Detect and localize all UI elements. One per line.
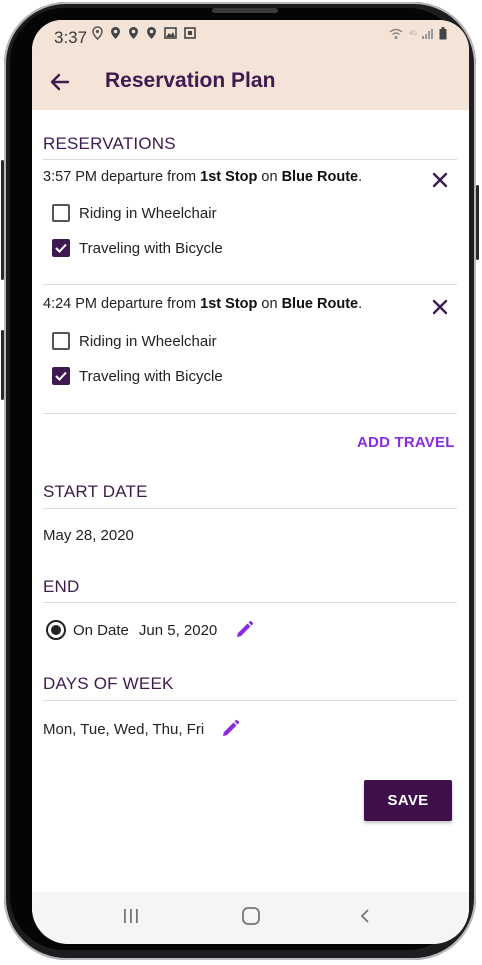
divider <box>43 413 457 414</box>
bicycle-checkbox[interactable]: Traveling with Bicycle <box>52 239 223 257</box>
battery-icon <box>439 27 447 40</box>
days-of-week-value: Mon, Tue, Wed, Thu, Fri <box>43 720 205 738</box>
power-button <box>476 185 479 260</box>
bicycle-checkbox[interactable]: Traveling with Bicycle <box>52 367 223 385</box>
recent-apps-button[interactable] <box>122 906 140 931</box>
reservation-summary: 4:24 PM departure from 1st Stop on Blue … <box>43 296 363 312</box>
wheelchair-checkbox[interactable]: Riding in Wheelchair <box>52 204 217 222</box>
radio-button-selected[interactable] <box>46 620 66 640</box>
wifi-calling-icon <box>389 28 403 39</box>
back-nav-button[interactable] <box>358 906 372 931</box>
system-status-icons: 4G <box>389 27 447 40</box>
pencil-icon <box>237 620 254 637</box>
checkmark-icon <box>55 371 67 381</box>
add-travel-button[interactable]: ADD TRAVEL <box>357 434 455 451</box>
notification-icons <box>92 26 196 40</box>
reservations-section-title: RESERVATIONS <box>43 134 176 153</box>
location-pin-icon <box>129 27 138 39</box>
wheelchair-checkbox[interactable]: Riding in Wheelchair <box>52 332 217 350</box>
android-nav-bar <box>32 892 469 944</box>
close-icon <box>432 299 448 315</box>
days-of-week-row: Mon, Tue, Wed, Thu, Fri <box>43 719 240 739</box>
stop-name: 1st Stop <box>200 169 258 185</box>
checkbox-unchecked[interactable] <box>52 332 70 350</box>
edit-end-date-button[interactable] <box>234 620 254 640</box>
home-icon <box>242 907 260 925</box>
back-chevron-icon <box>360 909 369 923</box>
start-date-value[interactable]: May 28, 2020 <box>43 527 134 544</box>
edit-days-button[interactable] <box>220 719 240 739</box>
location-pin-icon <box>147 27 156 39</box>
checkbox-checked[interactable] <box>52 239 70 257</box>
home-button[interactable] <box>240 906 262 931</box>
days-of-week-section-title: DAYS OF WEEK <box>43 674 174 693</box>
status-time: 3:37 <box>54 28 88 47</box>
close-icon <box>432 172 448 188</box>
divider <box>43 159 457 160</box>
checkmark-icon <box>55 243 67 253</box>
end-date-value: Jun 5, 2020 <box>138 621 218 639</box>
side-button <box>1 330 4 400</box>
lte-signal-icon: 4G <box>409 28 433 39</box>
stop-name: 1st Stop <box>200 296 258 312</box>
radio-label: On Date <box>73 621 129 639</box>
page-title: Reservation Plan <box>105 69 276 92</box>
recent-apps-icon <box>124 909 138 923</box>
divider <box>43 508 457 509</box>
app-header: 3:37 4G Reservation Plan <box>32 20 469 110</box>
checkbox-unchecked[interactable] <box>52 204 70 222</box>
divider <box>43 700 457 701</box>
image-icon <box>164 27 177 39</box>
pencil-icon <box>223 719 240 736</box>
route-name: Blue Route <box>281 169 359 185</box>
back-button[interactable] <box>42 64 78 100</box>
location-pin-outline-icon <box>92 26 103 40</box>
volume-button <box>1 160 4 280</box>
gallery-icon <box>184 27 196 39</box>
save-button[interactable]: SAVE <box>364 780 452 821</box>
end-on-date-radio[interactable]: On Date Jun 5, 2020 <box>46 620 254 640</box>
reservation-summary: 3:57 PM departure from 1st Stop on Blue … <box>43 169 363 185</box>
checkbox-checked[interactable] <box>52 367 70 385</box>
start-date-section-title: START DATE <box>43 482 148 501</box>
speaker-grille <box>212 8 278 13</box>
remove-reservation-button[interactable] <box>428 295 452 319</box>
divider <box>43 602 457 603</box>
arrow-left-icon <box>50 73 70 91</box>
svg-text:4G: 4G <box>409 31 417 37</box>
end-section-title: END <box>43 577 80 596</box>
route-name: Blue Route <box>281 296 359 312</box>
screen: 3:37 4G Reservation Plan RESERVATIONS 3:… <box>32 20 469 944</box>
divider <box>43 284 457 285</box>
location-pin-icon <box>111 27 120 39</box>
remove-reservation-button[interactable] <box>428 168 452 192</box>
